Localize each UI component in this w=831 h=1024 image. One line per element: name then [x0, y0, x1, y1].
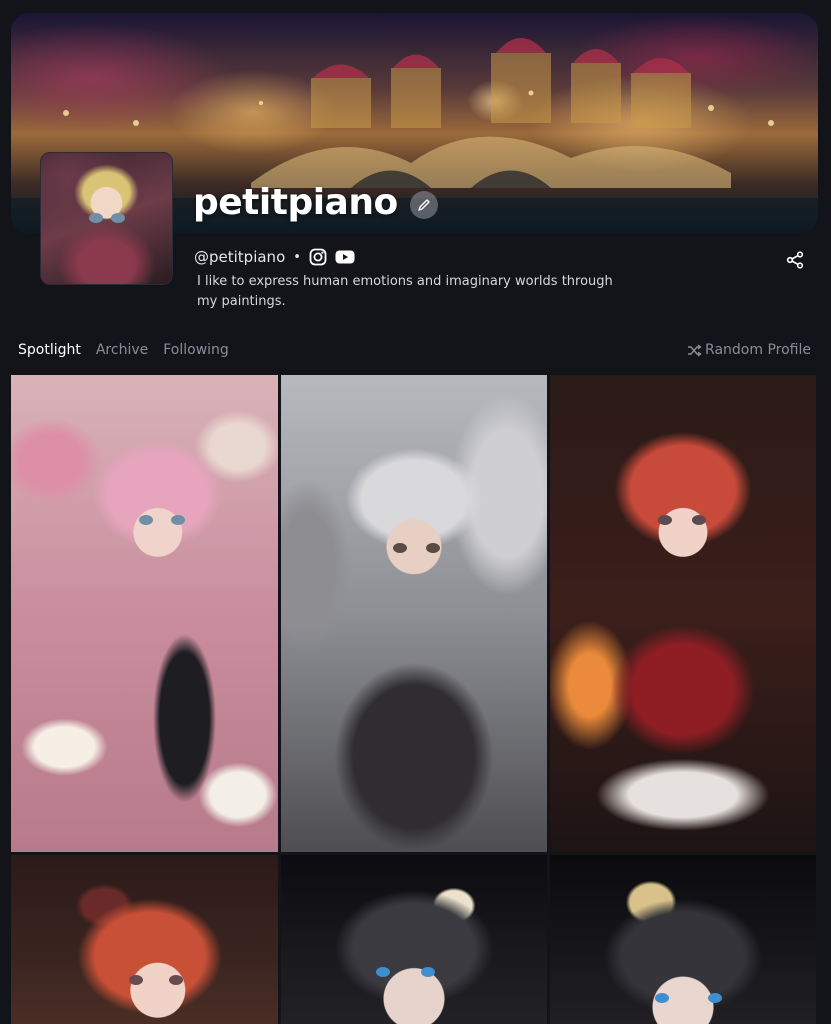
instagram-link[interactable] — [309, 248, 327, 266]
random-profile-button[interactable]: Random Profile — [687, 342, 811, 358]
youtube-icon — [335, 250, 355, 264]
artwork-thumbnail[interactable] — [11, 855, 278, 1024]
profile-handle: @petitpiano — [194, 248, 286, 266]
tab-following[interactable]: Following — [163, 342, 229, 358]
profile-tabs: Spotlight Archive Following — [18, 342, 229, 358]
edit-profile-button[interactable] — [410, 191, 438, 219]
artwork-thumbnail[interactable] — [550, 855, 816, 1024]
youtube-link[interactable] — [335, 249, 355, 265]
profile-display-name: petitpiano — [193, 182, 398, 223]
pencil-icon — [418, 199, 430, 211]
artwork-thumbnail[interactable] — [550, 375, 816, 852]
shuffle-icon — [688, 343, 702, 357]
artwork-thumbnail[interactable] — [281, 855, 547, 1024]
artwork-thumbnail[interactable] — [281, 375, 547, 852]
tab-spotlight[interactable]: Spotlight — [18, 342, 81, 358]
share-icon — [786, 251, 804, 269]
tab-archive[interactable]: Archive — [96, 342, 148, 358]
separator-dot: • — [293, 249, 301, 265]
profile-handle-row: @petitpiano • — [194, 247, 355, 267]
artwork-thumbnail[interactable] — [11, 375, 278, 852]
profile-avatar[interactable] — [40, 152, 173, 285]
instagram-icon — [309, 248, 327, 266]
random-profile-label: Random Profile — [705, 342, 811, 358]
profile-bio: I like to express human emotions and ima… — [197, 274, 613, 309]
share-button[interactable] — [784, 249, 806, 271]
